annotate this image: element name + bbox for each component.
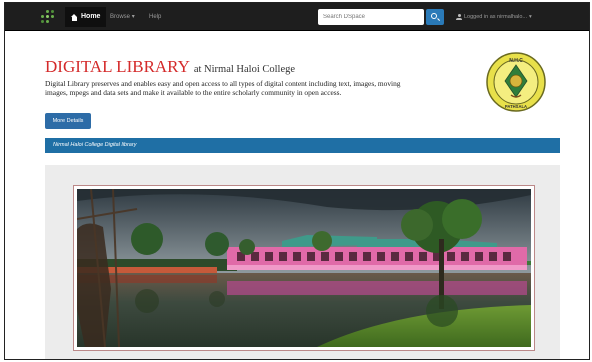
- page-title: DIGITAL LIBRARY at Nirmal Haloi College: [45, 57, 295, 77]
- breadcrumb: Nirmal Haloi College Digital library: [45, 138, 560, 153]
- nav-help-label: Help: [149, 14, 162, 20]
- nav-home-label: Home: [81, 13, 101, 20]
- page-title-sub: at Nirmal Haloi College: [193, 64, 296, 75]
- user-icon: [456, 14, 462, 20]
- nav-home-link[interactable]: Home: [65, 7, 107, 27]
- search-icon: [431, 13, 437, 19]
- more-details-button[interactable]: More Details: [45, 113, 91, 129]
- browser-page: Home Browse ▾ Help Logged in as nirmalha…: [4, 2, 590, 360]
- search-button[interactable]: [426, 9, 444, 25]
- dspace-logo-icon[interactable]: [41, 10, 55, 24]
- home-icon: [71, 13, 78, 21]
- page-title-main: DIGITAL LIBRARY: [45, 57, 190, 76]
- seal-text-top: N.H.C: [509, 58, 523, 64]
- top-navbar: Home Browse ▾ Help Logged in as nirmalha…: [5, 3, 589, 31]
- nav-browse-dropdown[interactable]: Browse ▾: [110, 7, 135, 27]
- seal-text-bottom: PATHSALA: [505, 104, 527, 109]
- chevron-down-icon: ▾: [131, 14, 135, 20]
- college-seal-logo: N.H.C PATHSALA: [486, 52, 546, 112]
- user-menu-label: Logged in as nirmalhalo...: [464, 14, 527, 20]
- intro-text: Digital Library preserves and enables ea…: [45, 79, 401, 97]
- search-input[interactable]: [318, 9, 424, 25]
- nav-browse-label: Browse: [110, 14, 131, 20]
- breadcrumb-label[interactable]: Nirmal Haloi College Digital library: [53, 142, 136, 148]
- chevron-down-icon: ▾: [528, 14, 532, 20]
- user-menu-dropdown[interactable]: Logged in as nirmalhalo... ▾: [456, 7, 532, 27]
- college-photo-frame: [73, 185, 535, 351]
- nav-help-link[interactable]: Help: [149, 7, 161, 27]
- college-building-photo: [77, 189, 531, 347]
